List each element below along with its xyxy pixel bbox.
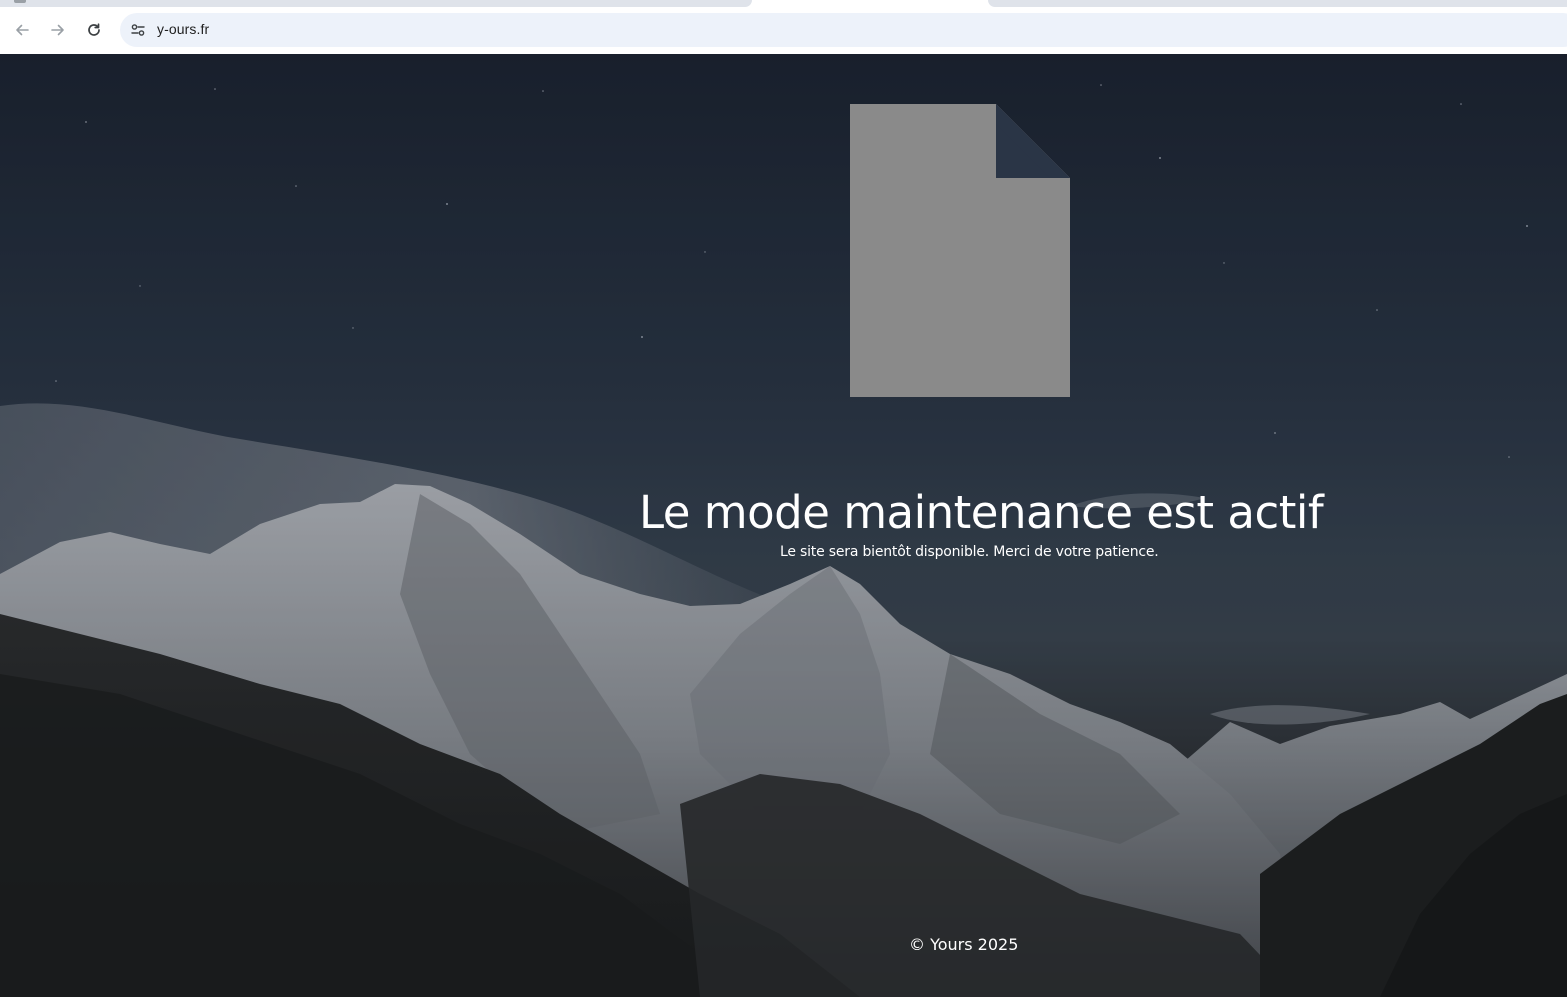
tab-active[interactable] — [752, 0, 988, 8]
arrow-right-icon — [51, 24, 64, 36]
back-button[interactable] — [8, 16, 36, 44]
page-viewport: Le mode maintenance est actif Le site se… — [0, 54, 1567, 997]
url-text[interactable]: y-ours.fr — [157, 21, 209, 37]
tab-inactive[interactable] — [0, 0, 752, 7]
tab-inactive[interactable] — [988, 0, 1567, 7]
tab-favicon-icon — [14, 0, 26, 3]
tune-icon — [131, 24, 145, 36]
document-icon — [850, 104, 1070, 397]
browser-toolbar: y-ours.fr — [0, 0, 1567, 54]
forward-button[interactable] — [44, 16, 72, 44]
page-title: Le mode maintenance est actif — [639, 486, 1324, 539]
page-subtitle: Le site sera bientôt disponible. Merci d… — [780, 544, 1159, 560]
reload-icon — [88, 23, 100, 36]
footer-copyright: © Yours 2025 — [909, 935, 1019, 954]
tab-strip — [0, 0, 1567, 8]
reload-button[interactable] — [80, 16, 108, 44]
site-info-button[interactable] — [128, 20, 148, 40]
address-bar[interactable]: y-ours.fr — [120, 13, 1567, 47]
arrow-left-icon — [16, 24, 29, 36]
